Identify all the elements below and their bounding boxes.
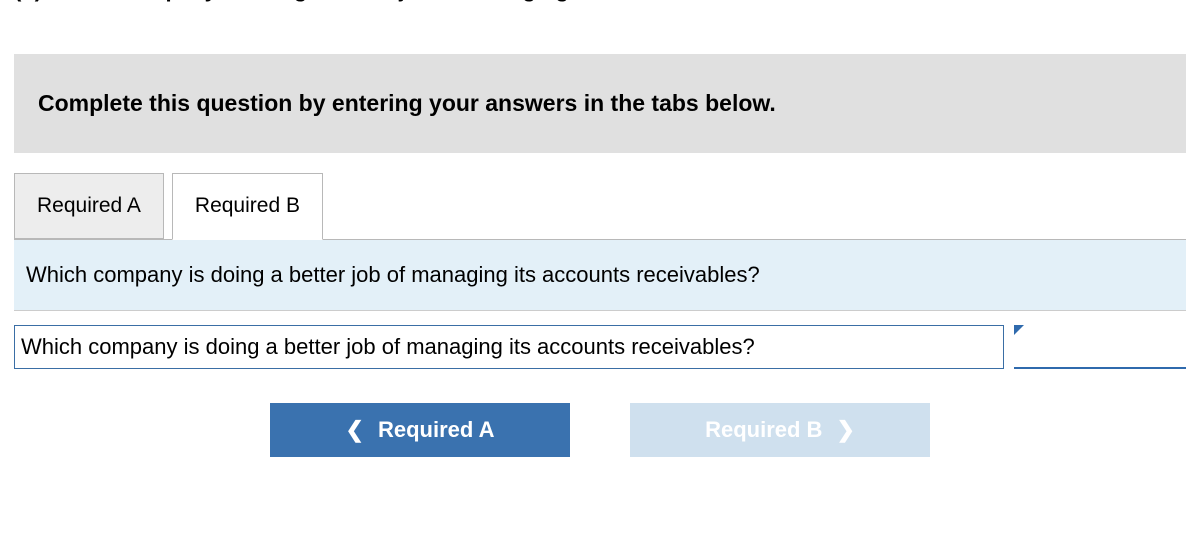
tabs-row: Required A Required B bbox=[14, 173, 1186, 240]
next-required-b-button[interactable]: Required B ❯ bbox=[630, 403, 930, 457]
tab-required-b[interactable]: Required B bbox=[172, 173, 323, 240]
partial-header-text: (b) Which company is doing a better job … bbox=[14, 0, 1186, 4]
answer-prompt-label: Which company is doing a better job of m… bbox=[14, 325, 1004, 369]
tab-required-a[interactable]: Required A bbox=[14, 173, 164, 239]
instruction-banner: Complete this question by entering your … bbox=[14, 54, 1186, 153]
answer-input[interactable] bbox=[1014, 325, 1186, 369]
next-button-label: Required B bbox=[705, 417, 822, 443]
input-corner-marker-icon bbox=[1014, 325, 1024, 335]
nav-buttons-row: ❮ Required A Required B ❯ bbox=[14, 403, 1186, 487]
answer-input-container bbox=[1014, 325, 1186, 369]
question-text: Which company is doing a better job of m… bbox=[14, 240, 1186, 311]
prev-button-label: Required A bbox=[378, 417, 495, 443]
chevron-right-icon: ❯ bbox=[836, 417, 854, 443]
prev-required-a-button[interactable]: ❮ Required A bbox=[270, 403, 570, 457]
answer-row: Which company is doing a better job of m… bbox=[14, 325, 1186, 369]
chevron-left-icon: ❮ bbox=[346, 417, 364, 443]
